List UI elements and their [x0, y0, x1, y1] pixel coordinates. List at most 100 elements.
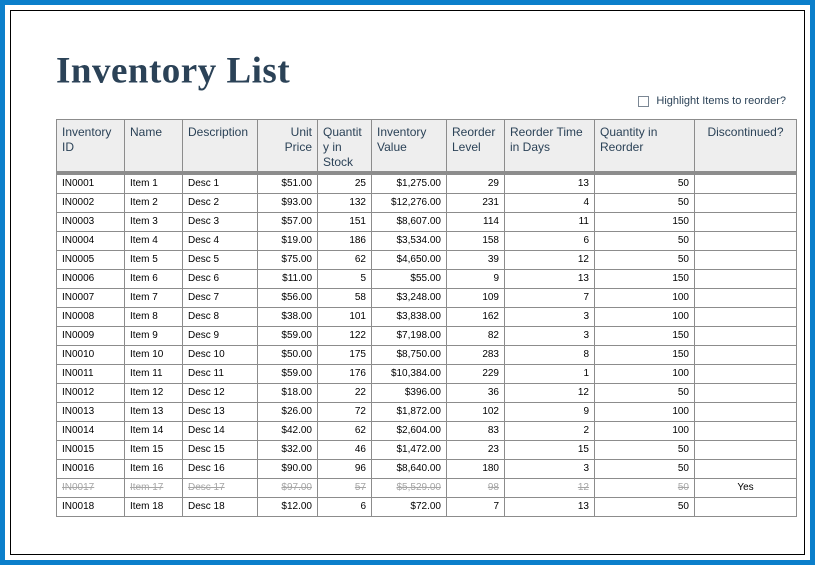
cell-inventory-value[interactable]: $8,750.00: [371, 345, 447, 365]
cell-reorder-level[interactable]: 102: [446, 402, 505, 422]
cell-inventory-value[interactable]: $7,198.00: [371, 326, 447, 346]
cell-quantity-in-stock[interactable]: 132: [317, 193, 372, 213]
cell-name[interactable]: Item 15: [124, 440, 183, 460]
cell-quantity-in-stock[interactable]: 5: [317, 269, 372, 289]
table-row[interactable]: IN0010 Item 10 Desc 10 $50.00 175 $8,750.00 28…: [56, 345, 797, 365]
table-row[interactable]: IN0002 Item 2 Desc 2 $93.00 132 $12,276.00 231…: [56, 193, 797, 213]
cell-discontinued[interactable]: [694, 364, 797, 384]
cell-inventory-id[interactable]: IN0009: [56, 326, 125, 346]
cell-quantity-in-reorder[interactable]: 150: [594, 326, 695, 346]
cell-reorder-time-days[interactable]: 11: [504, 212, 595, 232]
cell-name[interactable]: Item 4: [124, 231, 183, 251]
cell-inventory-value[interactable]: $55.00: [371, 269, 447, 289]
cell-reorder-level[interactable]: 229: [446, 364, 505, 384]
cell-reorder-level[interactable]: 162: [446, 307, 505, 327]
table-row[interactable]: IN0018 Item 18 Desc 18 $12.00 6 $72.00 7 13 50: [56, 497, 797, 517]
cell-description[interactable]: Desc 7: [182, 288, 258, 308]
cell-inventory-id[interactable]: IN0016: [56, 459, 125, 479]
cell-quantity-in-reorder[interactable]: 50: [594, 497, 695, 517]
cell-reorder-level[interactable]: 180: [446, 459, 505, 479]
cell-reorder-time-days[interactable]: 7: [504, 288, 595, 308]
cell-quantity-in-stock[interactable]: 72: [317, 402, 372, 422]
cell-reorder-level[interactable]: 98: [446, 478, 505, 498]
table-row[interactable]: IN0001 Item 1 Desc 1 $51.00 25 $1,275.00 29 13 5…: [56, 172, 797, 194]
cell-inventory-id[interactable]: IN0012: [56, 383, 125, 403]
cell-reorder-level[interactable]: 7: [446, 497, 505, 517]
column-header-reorder-level[interactable]: Reorder Level: [446, 119, 505, 175]
cell-unit-price[interactable]: $97.00: [257, 478, 318, 498]
cell-discontinued[interactable]: [694, 193, 797, 213]
column-header-description[interactable]: Description: [182, 119, 258, 175]
cell-reorder-time-days[interactable]: 9: [504, 402, 595, 422]
column-header-quantity-in-stock[interactable]: Quantity in Stock: [317, 119, 372, 175]
cell-description[interactable]: Desc 16: [182, 459, 258, 479]
cell-description[interactable]: Desc 17: [182, 478, 258, 498]
cell-reorder-time-days[interactable]: 3: [504, 326, 595, 346]
cell-reorder-level[interactable]: 23: [446, 440, 505, 460]
cell-quantity-in-reorder[interactable]: 150: [594, 212, 695, 232]
cell-reorder-level[interactable]: 9: [446, 269, 505, 289]
cell-unit-price[interactable]: $50.00: [257, 345, 318, 365]
column-header-unit-price[interactable]: Unit Price: [257, 119, 318, 175]
table-row[interactable]: IN0007 Item 7 Desc 7 $56.00 58 $3,248.00 109 7 1…: [56, 288, 797, 308]
column-header-reorder-time-days[interactable]: Reorder Time in Days: [504, 119, 595, 175]
cell-description[interactable]: Desc 1: [182, 172, 258, 194]
cell-reorder-time-days[interactable]: 2: [504, 421, 595, 441]
table-row[interactable]: IN0008 Item 8 Desc 8 $38.00 101 $3,838.00 162 3…: [56, 307, 797, 327]
table-row[interactable]: IN0016 Item 16 Desc 16 $90.00 96 $8,640.00 180…: [56, 459, 797, 479]
cell-inventory-id[interactable]: IN0017: [56, 478, 125, 498]
cell-inventory-id[interactable]: IN0006: [56, 269, 125, 289]
table-row[interactable]: IN0009 Item 9 Desc 9 $59.00 122 $7,198.00 82 3 1…: [56, 326, 797, 346]
column-header-name[interactable]: Name: [124, 119, 183, 175]
cell-quantity-in-reorder[interactable]: 100: [594, 421, 695, 441]
cell-inventory-id[interactable]: IN0002: [56, 193, 125, 213]
cell-name[interactable]: Item 11: [124, 364, 183, 384]
cell-quantity-in-stock[interactable]: 62: [317, 421, 372, 441]
cell-reorder-time-days[interactable]: 3: [504, 307, 595, 327]
cell-inventory-value[interactable]: $1,472.00: [371, 440, 447, 460]
cell-unit-price[interactable]: $11.00: [257, 269, 318, 289]
cell-inventory-value[interactable]: $5,529.00: [371, 478, 447, 498]
cell-reorder-level[interactable]: 39: [446, 250, 505, 270]
cell-name[interactable]: Item 7: [124, 288, 183, 308]
cell-discontinued[interactable]: Yes: [694, 478, 797, 498]
cell-quantity-in-reorder[interactable]: 50: [594, 459, 695, 479]
cell-discontinued[interactable]: [694, 307, 797, 327]
cell-reorder-time-days[interactable]: 12: [504, 478, 595, 498]
cell-unit-price[interactable]: $38.00: [257, 307, 318, 327]
cell-reorder-level[interactable]: 231: [446, 193, 505, 213]
cell-inventory-value[interactable]: $72.00: [371, 497, 447, 517]
cell-description[interactable]: Desc 14: [182, 421, 258, 441]
cell-reorder-level[interactable]: 36: [446, 383, 505, 403]
cell-inventory-value[interactable]: $3,534.00: [371, 231, 447, 251]
cell-description[interactable]: Desc 10: [182, 345, 258, 365]
cell-quantity-in-reorder[interactable]: 50: [594, 250, 695, 270]
cell-quantity-in-reorder[interactable]: 50: [594, 440, 695, 460]
cell-unit-price[interactable]: $59.00: [257, 326, 318, 346]
cell-quantity-in-stock[interactable]: 96: [317, 459, 372, 479]
column-header-inventory-id[interactable]: Inventory ID: [56, 119, 125, 175]
table-row[interactable]: IN0015 Item 15 Desc 15 $32.00 46 $1,472.00 23 1…: [56, 440, 797, 460]
cell-unit-price[interactable]: $19.00: [257, 231, 318, 251]
cell-reorder-level[interactable]: 283: [446, 345, 505, 365]
cell-description[interactable]: Desc 9: [182, 326, 258, 346]
cell-inventory-id[interactable]: IN0007: [56, 288, 125, 308]
cell-discontinued[interactable]: [694, 402, 797, 422]
cell-discontinued[interactable]: [694, 269, 797, 289]
cell-inventory-value[interactable]: $10,384.00: [371, 364, 447, 384]
highlight-reorder-checkbox[interactable]: [638, 96, 650, 107]
cell-inventory-value[interactable]: $1,872.00: [371, 402, 447, 422]
cell-reorder-time-days[interactable]: 13: [504, 172, 595, 194]
cell-inventory-value[interactable]: $3,248.00: [371, 288, 447, 308]
cell-quantity-in-stock[interactable]: 151: [317, 212, 372, 232]
cell-description[interactable]: Desc 8: [182, 307, 258, 327]
cell-name[interactable]: Item 5: [124, 250, 183, 270]
cell-quantity-in-reorder[interactable]: 100: [594, 402, 695, 422]
cell-quantity-in-reorder[interactable]: 50: [594, 172, 695, 194]
cell-description[interactable]: Desc 2: [182, 193, 258, 213]
cell-reorder-level[interactable]: 109: [446, 288, 505, 308]
cell-name[interactable]: Item 1: [124, 172, 183, 194]
table-row[interactable]: IN0005 Item 5 Desc 5 $75.00 62 $4,650.00 39 12 5…: [56, 250, 797, 270]
cell-discontinued[interactable]: [694, 212, 797, 232]
cell-quantity-in-stock[interactable]: 46: [317, 440, 372, 460]
